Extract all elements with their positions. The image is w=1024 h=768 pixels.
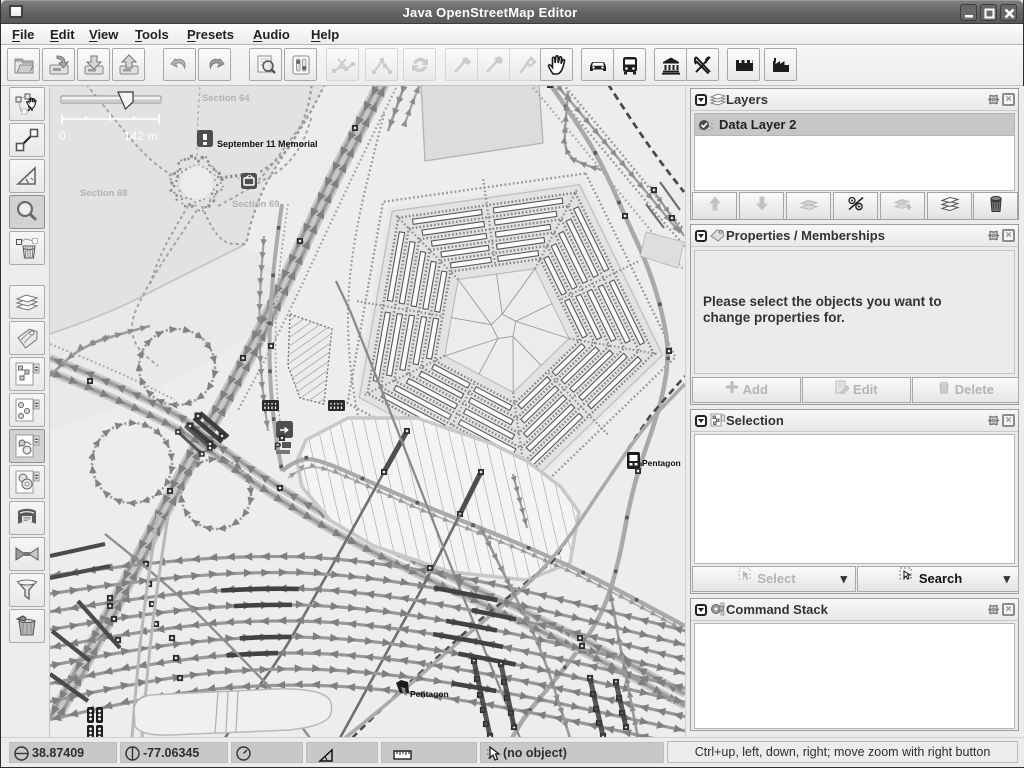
svg-text:Section 69: Section 69 [232, 199, 280, 210]
svg-text:Section 64: Section 64 [202, 93, 250, 104]
svg-text:0: 0 [59, 129, 66, 143]
svg-text:Section 68: Section 68 [80, 188, 128, 199]
svg-text:September 11 Memorial: September 11 Memorial [217, 139, 318, 149]
svg-text:142 m: 142 m [124, 129, 157, 143]
svg-text:Pentagon: Pentagon [642, 458, 681, 468]
svg-text:Pentagon: Pentagon [410, 689, 449, 699]
